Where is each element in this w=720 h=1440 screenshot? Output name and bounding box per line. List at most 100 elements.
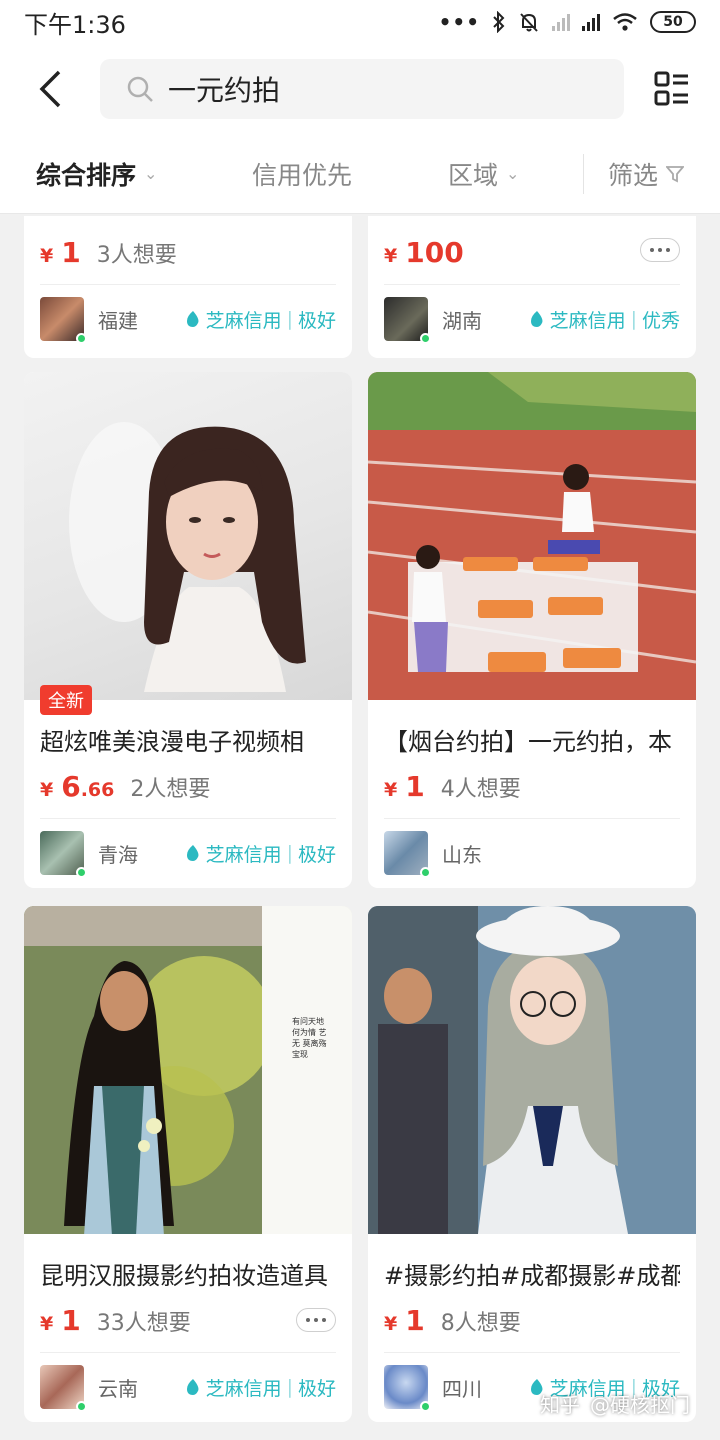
- currency-symbol: ¥: [40, 779, 54, 801]
- price: 1: [61, 236, 81, 269]
- currency-symbol: ¥: [384, 245, 398, 267]
- search-query: 一元约拍: [168, 74, 281, 107]
- sesame-credit: 芝麻信用 | 优秀: [529, 306, 680, 333]
- sort-comprehensive-label: 综合排序: [36, 160, 137, 190]
- seller-row: 青海 芝麻信用 | 极好: [40, 830, 336, 878]
- poem-calligraphy: 有问天地 何为情 艺无 莫离殇宝现: [292, 1017, 327, 1059]
- new-badge: 全新: [40, 685, 92, 715]
- divider: [40, 284, 336, 285]
- credit-separator: |: [630, 308, 637, 330]
- signal-2-icon: [582, 13, 600, 31]
- divider: [384, 1352, 680, 1353]
- seller-location: 云南: [98, 1376, 138, 1401]
- search-icon: [127, 76, 153, 102]
- avatar[interactable]: [384, 1365, 431, 1412]
- price-row: ¥ 6.66 2人想要: [40, 770, 210, 803]
- track-photo-illustration: [368, 372, 696, 700]
- product-photo[interactable]: [368, 372, 696, 700]
- sort-region[interactable]: 区域 ⌄: [448, 156, 519, 192]
- divider: [40, 1352, 336, 1353]
- portrait-illustration: [69, 422, 306, 692]
- avatar[interactable]: [384, 831, 431, 878]
- avatar[interactable]: [40, 1365, 87, 1412]
- online-dot: [76, 867, 87, 878]
- sort-divider: [583, 153, 584, 194]
- price-row: ¥ 1 4人想要: [384, 770, 521, 803]
- price-row: ¥ 1 3人想要: [40, 236, 177, 269]
- watermark: 知乎 @硬核抠门: [540, 1389, 690, 1418]
- watermark-account: @硬核抠门: [590, 1393, 690, 1417]
- credit-level: 极好: [297, 309, 336, 332]
- sesame-credit: 芝麻信用 | 极好: [185, 1374, 336, 1401]
- seller-location: 四川: [442, 1376, 482, 1401]
- credit-label: 芝麻信用: [205, 309, 282, 332]
- avatar[interactable]: [384, 297, 431, 344]
- filter-label: 筛选: [608, 160, 659, 190]
- more-options-button[interactable]: [640, 238, 680, 262]
- price-row: ¥ 100: [384, 236, 464, 269]
- watermark-site: 知乎: [540, 1393, 580, 1417]
- price: 1: [405, 1304, 425, 1337]
- sort-credit-first[interactable]: 信用优先: [252, 156, 352, 192]
- sesame-drop-icon: [186, 311, 199, 327]
- chevron-left-icon: [39, 70, 61, 108]
- sort-bar: 综合排序 ⌄ 信用优先 区域 ⌄ 筛选: [0, 134, 720, 214]
- online-dot: [420, 1401, 431, 1412]
- back-button[interactable]: [0, 44, 100, 134]
- product-card[interactable]: 全新 超炫唯美浪漫电子视频相 ¥ 6.66 2人想要 青海 芝麻信用 | 极好: [24, 372, 352, 888]
- divider: [40, 818, 336, 819]
- sesame-drop-icon: [186, 845, 199, 861]
- product-photo[interactable]: [24, 372, 352, 700]
- chevron-down-icon: ⌄: [144, 164, 158, 183]
- sort-credit-label: 信用优先: [252, 160, 353, 190]
- product-photo[interactable]: 有问天地 何为情 艺无 莫离殇宝现: [24, 906, 352, 1234]
- wants-count: 33人想要: [96, 1311, 191, 1336]
- seller-row: 云南 芝麻信用 | 极好: [40, 1364, 336, 1412]
- sesame-drop-icon: [186, 1379, 199, 1395]
- product-card[interactable]: ¥ 100 湖南 芝麻信用 | 优秀: [368, 216, 696, 358]
- wifi-icon: [613, 13, 637, 31]
- sort-comprehensive[interactable]: 综合排序 ⌄: [36, 156, 157, 192]
- seller-row: 山东: [384, 830, 680, 878]
- product-title: #摄影约拍#成都摄影#成都: [384, 1262, 680, 1290]
- product-card[interactable]: 有问天地 何为情 艺无 莫离殇宝现 昆明汉服摄影约拍妆造道具 ¥ 1 33人想要…: [24, 906, 352, 1422]
- product-photo[interactable]: [368, 906, 696, 1234]
- price: 1: [61, 1304, 81, 1337]
- avatar[interactable]: [40, 831, 87, 878]
- credit-level: 极好: [297, 843, 336, 866]
- product-card[interactable]: 【烟台约拍】一元约拍，本 ¥ 1 4人想要 山东: [368, 372, 696, 888]
- online-dot: [420, 867, 431, 878]
- price-row: ¥ 1 33人想要: [40, 1304, 191, 1337]
- product-card[interactable]: #摄影约拍#成都摄影#成都 ¥ 1 8人想要 四川 芝麻信用 | 极好 知乎 @…: [368, 906, 696, 1422]
- wants-count: 2人想要: [130, 777, 211, 802]
- wants-count: 4人想要: [440, 777, 521, 802]
- avatar[interactable]: [40, 297, 87, 344]
- price-row: ¥ 1 8人想要: [384, 1304, 521, 1337]
- currency-symbol: ¥: [384, 1313, 398, 1335]
- product-title: 超炫唯美浪漫电子视频相: [40, 728, 304, 756]
- wants-count: 8人想要: [440, 1311, 521, 1336]
- sesame-credit: 芝麻信用 | 极好: [185, 840, 336, 867]
- price-decimal: .66: [80, 779, 115, 801]
- credit-level: 优秀: [641, 309, 680, 332]
- cosplay-photo-illustration: [368, 906, 696, 1234]
- signal-1-icon: [552, 13, 570, 31]
- online-dot: [420, 333, 431, 344]
- divider: [384, 818, 680, 819]
- layout-toggle-button[interactable]: [624, 44, 720, 134]
- sesame-drop-icon: [530, 311, 543, 327]
- credit-label: 芝麻信用: [205, 1377, 282, 1400]
- online-dot: [76, 1401, 87, 1412]
- product-card[interactable]: ¥ 1 3人想要 福建 芝麻信用 | 极好: [24, 216, 352, 358]
- filter-funnel-icon: [666, 165, 685, 182]
- credit-label: 芝麻信用: [549, 309, 626, 332]
- search-input[interactable]: 一元约拍: [100, 59, 624, 119]
- more-options-button[interactable]: [296, 1308, 336, 1332]
- credit-level: 极好: [297, 1377, 336, 1400]
- filter-button[interactable]: 筛选: [608, 156, 685, 192]
- battery-icon: 50: [650, 11, 696, 33]
- price: 6.66: [61, 770, 114, 803]
- product-title: 昆明汉服摄影约拍妆造道具: [40, 1262, 328, 1290]
- currency-symbol: ¥: [384, 779, 398, 801]
- status-time: 下午1:36: [24, 10, 126, 39]
